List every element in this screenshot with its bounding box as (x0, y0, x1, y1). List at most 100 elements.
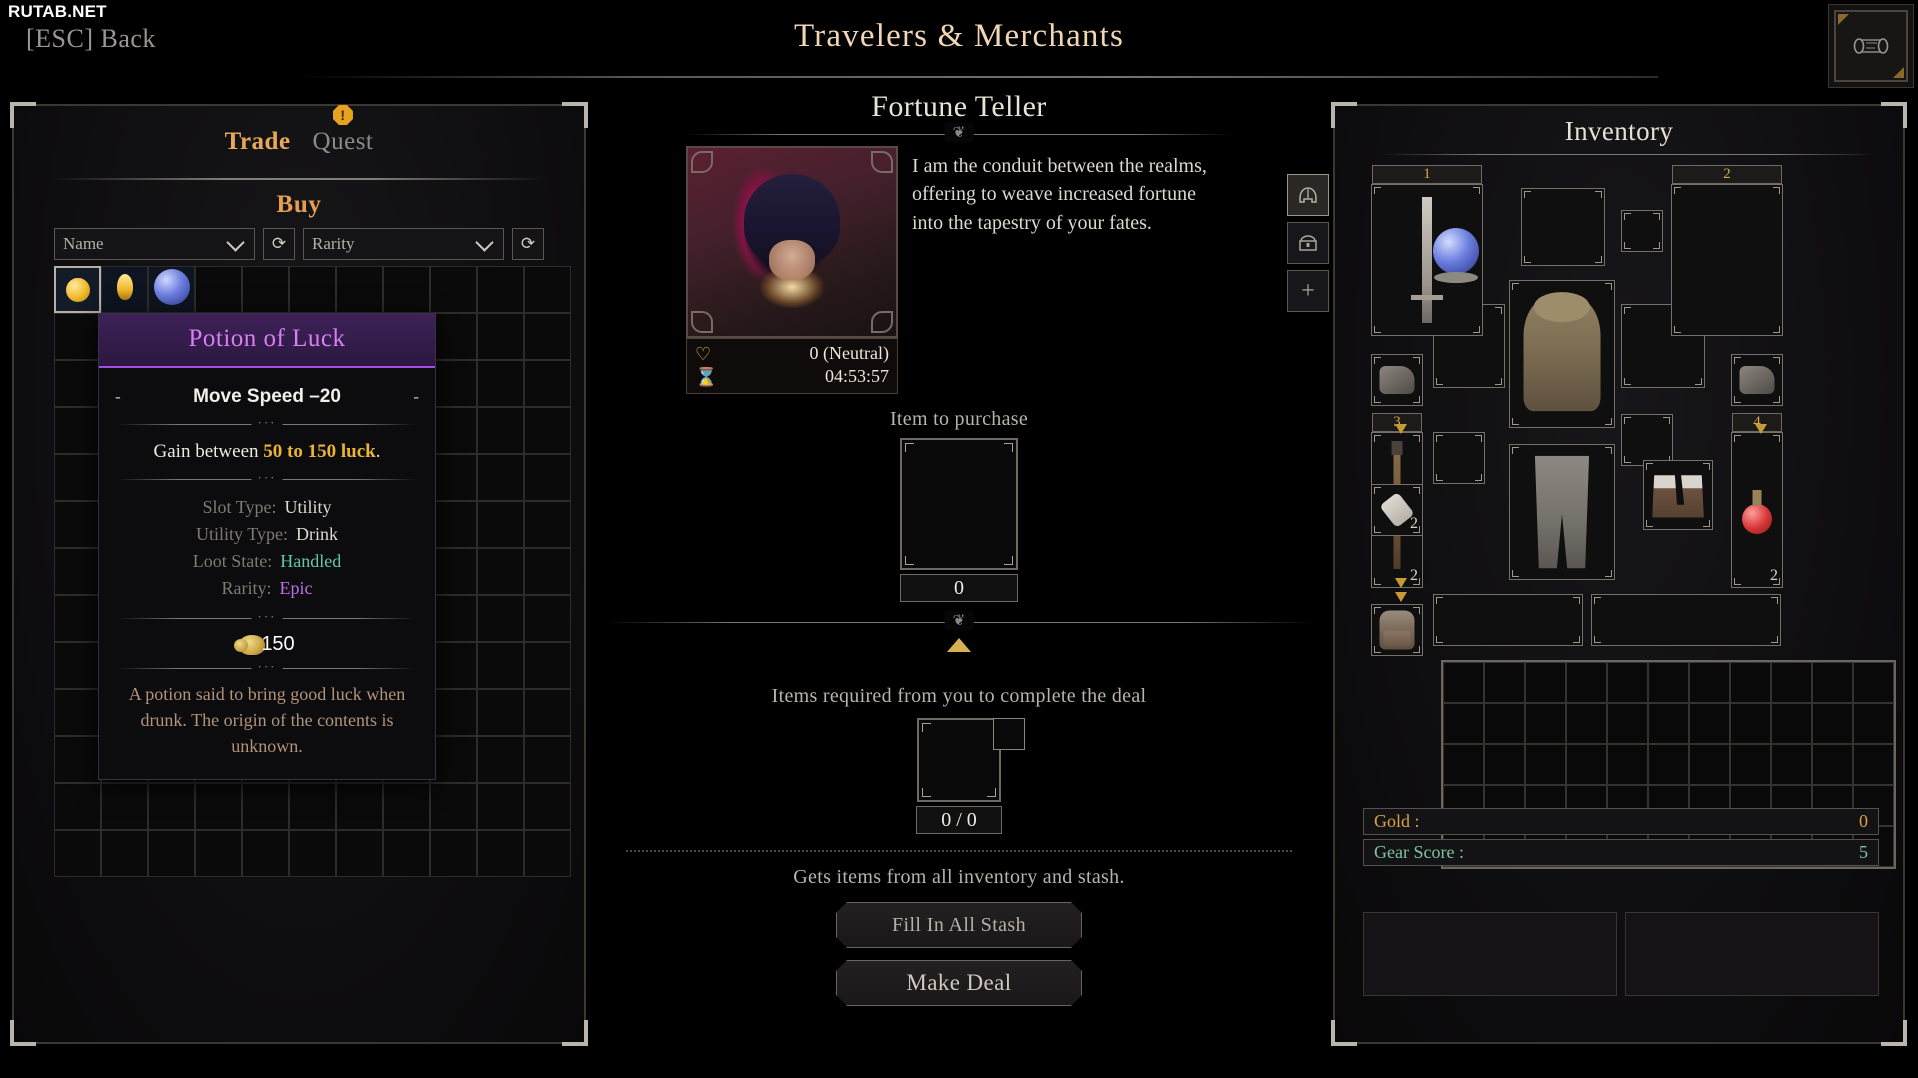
sort-dropdown-rarity[interactable]: Rarity (303, 228, 504, 260)
shop-slot[interactable] (524, 266, 571, 313)
shop-slot[interactable] (148, 783, 195, 830)
backpack-slot[interactable] (1607, 703, 1648, 744)
shop-slot[interactable] (54, 454, 101, 501)
shop-slot[interactable] (477, 360, 524, 407)
shop-slot[interactable] (101, 830, 148, 877)
make-deal-button[interactable]: Make Deal (836, 960, 1082, 1006)
shop-slot[interactable] (524, 689, 571, 736)
backpack-slot[interactable] (1484, 703, 1525, 744)
shop-slot[interactable] (54, 642, 101, 689)
feet-slot[interactable] (1643, 460, 1713, 530)
trinket-slot[interactable] (1621, 414, 1673, 466)
shop-slot[interactable] (524, 501, 571, 548)
belt-slot[interactable] (1433, 432, 1485, 484)
backpack-slot[interactable] (1771, 662, 1812, 703)
backpack-grid[interactable] (1441, 660, 1896, 869)
refresh-name-button[interactable]: ⟳ (263, 228, 295, 260)
backpack-slot[interactable] (1689, 703, 1730, 744)
shop-slot[interactable] (430, 266, 477, 313)
shop-slot[interactable] (54, 830, 101, 877)
shop-slot[interactable] (242, 266, 289, 313)
shop-slot[interactable] (430, 783, 477, 830)
tab-quest[interactable]: ! Quest (313, 105, 374, 156)
backpack-slot[interactable] (1689, 662, 1730, 703)
weapon-slot-1[interactable]: 1 (1371, 165, 1483, 336)
neck-slot[interactable] (1621, 210, 1663, 252)
purchase-count[interactable]: 0 (900, 574, 1018, 602)
backpack-slot[interactable] (1771, 703, 1812, 744)
shop-slot[interactable] (54, 548, 101, 595)
shop-slot[interactable] (524, 830, 571, 877)
shop-slot[interactable] (430, 642, 477, 689)
purchase-slot[interactable] (900, 438, 1018, 570)
shop-slot[interactable] (54, 360, 101, 407)
backpack-slot[interactable] (1771, 744, 1812, 785)
backpack-slot[interactable] (1443, 703, 1484, 744)
scroll-icon[interactable] (1834, 10, 1908, 82)
backpack-slot[interactable] (1730, 662, 1771, 703)
shop-slot[interactable] (477, 642, 524, 689)
backpack-slot[interactable] (1607, 662, 1648, 703)
shop-slot[interactable] (289, 830, 336, 877)
npc-portrait[interactable] (686, 146, 898, 338)
backpack-slot[interactable] (1853, 703, 1894, 744)
shop-slot[interactable] (477, 595, 524, 642)
shop-slot[interactable] (101, 266, 148, 313)
shop-slot[interactable] (430, 360, 477, 407)
shop-slot[interactable] (54, 266, 101, 313)
shop-slot[interactable] (524, 407, 571, 454)
hands-slot-right[interactable] (1731, 354, 1783, 406)
backpack-slot[interactable] (1443, 662, 1484, 703)
stash-box-1[interactable] (1363, 912, 1617, 996)
backpack-slot[interactable] (1566, 703, 1607, 744)
shop-slot[interactable] (477, 830, 524, 877)
shop-slot[interactable] (477, 548, 524, 595)
shop-slot[interactable] (54, 313, 101, 360)
sort-dropdown-name[interactable]: Name (54, 228, 255, 260)
backpack-slot[interactable] (1812, 703, 1853, 744)
legs-slot[interactable] (1509, 444, 1615, 580)
shop-slot[interactable] (336, 266, 383, 313)
tab-add[interactable]: + (1287, 270, 1329, 312)
shop-slot[interactable] (242, 830, 289, 877)
shop-slot[interactable] (430, 454, 477, 501)
shop-slot[interactable] (524, 313, 571, 360)
required-slot[interactable] (917, 718, 1025, 802)
shop-slot[interactable] (524, 454, 571, 501)
shop-slot[interactable] (477, 689, 524, 736)
backpack-slot[interactable] (1443, 744, 1484, 785)
shop-slot[interactable] (54, 407, 101, 454)
shop-slot[interactable] (289, 783, 336, 830)
backpack-slot[interactable] (1525, 703, 1566, 744)
shop-slot[interactable] (242, 783, 289, 830)
quick-slot-a[interactable] (1433, 594, 1583, 646)
backpack-slot[interactable] (1853, 744, 1894, 785)
shop-slot[interactable] (430, 595, 477, 642)
backpack-slot[interactable] (1566, 662, 1607, 703)
shop-slot[interactable] (54, 595, 101, 642)
shop-slot[interactable] (430, 313, 477, 360)
shop-slot[interactable] (54, 501, 101, 548)
shop-slot[interactable] (195, 266, 242, 313)
shop-slot[interactable] (524, 736, 571, 783)
shop-slot[interactable] (195, 830, 242, 877)
shop-slot[interactable] (430, 830, 477, 877)
backpack-slot[interactable] (1648, 703, 1689, 744)
shop-slot[interactable] (477, 266, 524, 313)
backpack-slot[interactable] (1525, 744, 1566, 785)
shop-slot[interactable] (195, 783, 242, 830)
weapon-slot-2[interactable]: 2 (1671, 165, 1783, 336)
backpack-slot[interactable] (1648, 662, 1689, 703)
shop-slot[interactable] (524, 642, 571, 689)
backpack-slot[interactable] (1525, 662, 1566, 703)
shop-slot[interactable] (477, 501, 524, 548)
shop-slot[interactable] (148, 266, 195, 313)
shop-slot[interactable] (383, 830, 430, 877)
tab-trade[interactable]: Trade (225, 128, 291, 156)
shop-slot[interactable] (383, 783, 430, 830)
utility-bandage[interactable]: 2 (1371, 484, 1423, 536)
shop-slot[interactable] (54, 736, 101, 783)
fill-all-stash-button[interactable]: Fill In All Stash (836, 902, 1082, 948)
backpack-slot[interactable] (1730, 744, 1771, 785)
shop-slot[interactable] (336, 830, 383, 877)
